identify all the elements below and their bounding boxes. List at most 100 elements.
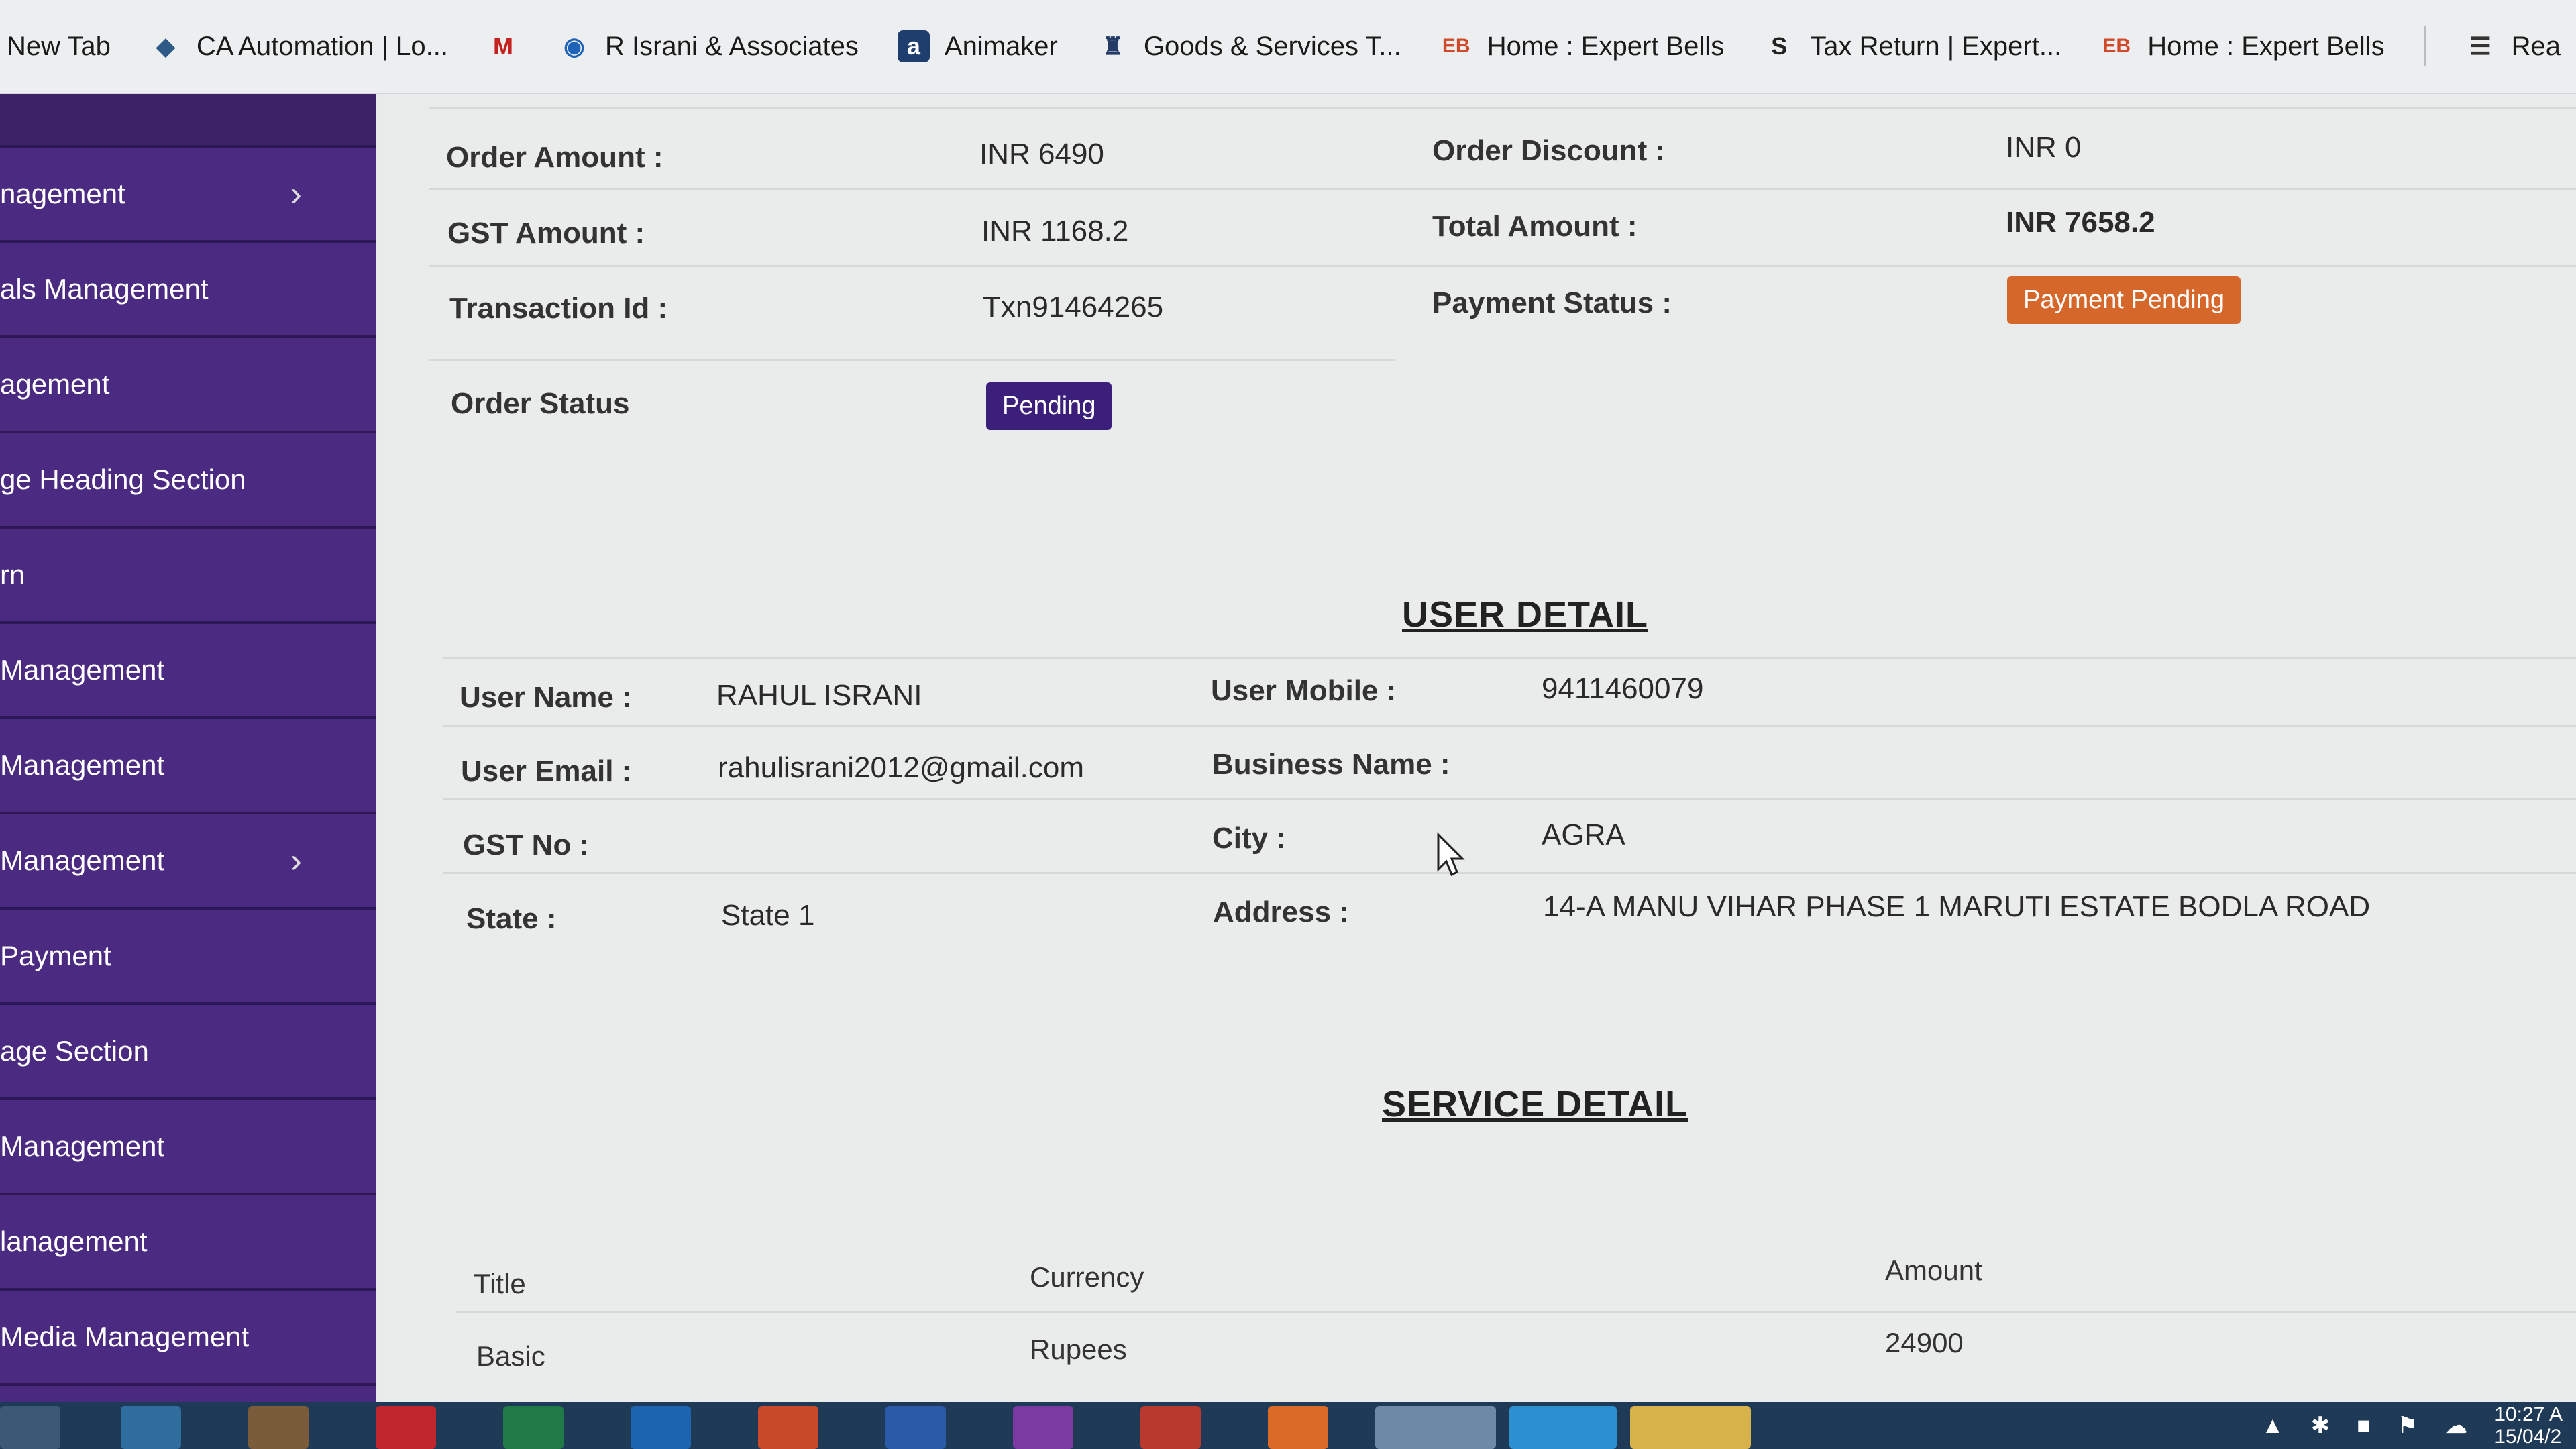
user-name-value: RAHUL ISRANI — [716, 679, 922, 712]
sidebar-item[interactable]: lanagement — [0, 1195, 376, 1291]
order-divider — [429, 265, 2576, 267]
sidebar-item-label: Media Management — [0, 1321, 250, 1352]
firefox-icon[interactable] — [1268, 1406, 1328, 1449]
address-value: 14-A MANU VIHAR PHASE 1 MARUTI ESTATE BO… — [1543, 890, 2371, 923]
sidebar-item-label: Management — [0, 1130, 165, 1162]
total-amount-label: Total Amount : — [1432, 210, 1638, 243]
user-email-value: rahulisrani2012@gmail.com — [718, 751, 1085, 784]
sidebar-item[interactable]: Management — [0, 719, 376, 814]
user-detail-title: USER DETAIL — [1402, 594, 1649, 635]
clock-time: 10:27 A — [2494, 1403, 2563, 1426]
sidebar-item[interactable]: Management — [0, 1100, 376, 1195]
order-discount-value: INR 0 — [2006, 131, 2082, 164]
sidebar-item[interactable]: nagement › — [0, 148, 376, 243]
order-divider — [429, 107, 2576, 109]
bookmark-expert-bells-2[interactable]: EB Home : Expert Bells — [2100, 30, 2384, 62]
service-col-title: Title — [474, 1268, 526, 1299]
business-name-label: Business Name : — [1212, 748, 1450, 781]
sidebar-item[interactable]: rn — [0, 529, 376, 624]
payment-status-badge: Payment Pending — [2007, 276, 2241, 324]
gmail-icon: M — [492, 32, 513, 60]
sidebar-item[interactable]: Payment — [0, 910, 376, 1005]
security-icon[interactable]: ■ — [2357, 1413, 2371, 1439]
diamond-icon: ◆ — [156, 32, 175, 60]
bookmark-reading-list[interactable]: ☰ Rea — [2465, 30, 2561, 62]
bookmark-label: Home : Expert Bells — [1487, 31, 1725, 61]
user-mobile-value: 9411460079 — [1542, 672, 1704, 705]
bookmark-label: Rea — [2511, 31, 2561, 61]
bookmark-r-israni[interactable]: ◉ R Israni & Associates — [558, 30, 859, 62]
show-hidden-icons-icon[interactable]: ▲ — [2261, 1413, 2284, 1439]
bookmark-gst[interactable]: ♜ Goods & Services T... — [1097, 30, 1401, 62]
sidebar-item-label: age Section — [0, 1035, 149, 1067]
chevron-right-icon: › — [290, 174, 302, 213]
reading-list-icon: ☰ — [2469, 32, 2491, 60]
sidebar-item-label: lanagement — [0, 1226, 148, 1257]
powerpoint-icon[interactable] — [758, 1406, 818, 1449]
onenote-icon[interactable] — [1013, 1406, 1073, 1449]
order-detail-panel: Order Amount : INR 6490 Order Discount :… — [382, 94, 2576, 1402]
order-divider — [429, 359, 1395, 361]
skype-icon[interactable] — [1509, 1406, 1617, 1449]
sidebar-item[interactable]: agement — [0, 338, 376, 433]
address-label: Address : — [1213, 896, 1349, 928]
sidebar-item[interactable]: als Management — [0, 243, 376, 338]
chrome-icon[interactable] — [1375, 1406, 1496, 1449]
opera-icon[interactable] — [376, 1406, 436, 1449]
bookmark-tax-return[interactable]: S Tax Return | Expert... — [1763, 30, 2061, 62]
order-status-badge: Pending — [986, 382, 1112, 430]
onedrive-cloud-icon[interactable]: ☁ — [2445, 1412, 2467, 1439]
sidebar-item-label: ge Heading Section — [0, 464, 246, 495]
ie-icon[interactable] — [121, 1406, 181, 1449]
sidebar-item[interactable]: ge Heading Section — [0, 433, 376, 529]
eb-icon: EB — [1442, 35, 1470, 57]
bluetooth-icon[interactable]: ✱ — [2311, 1412, 2330, 1439]
bookmark-animaker[interactable]: a Animaker — [897, 30, 1058, 62]
bookmark-label: Animaker — [944, 31, 1058, 61]
animaker-icon: a — [897, 30, 930, 62]
media-player-icon[interactable] — [248, 1406, 309, 1449]
bookmark-label: New Tab — [7, 31, 111, 61]
word-icon[interactable] — [885, 1406, 946, 1449]
order-amount-label: Order Amount : — [446, 141, 663, 174]
sidebar-item-label: Management — [0, 845, 165, 876]
clock-date: 15/04/2 — [2494, 1426, 2562, 1448]
sidebar-item[interactable]: age Section — [0, 1005, 376, 1100]
bookmark-ca-automation[interactable]: ◆ CA Automation | Lo... — [150, 30, 448, 62]
city-value: AGRA — [1542, 818, 1625, 851]
sidebar-item-label: Management — [0, 654, 165, 686]
sidebar-item[interactable]: Management — [0, 624, 376, 719]
sidebar-item[interactable]: Media Management — [0, 1291, 376, 1386]
bookmark-new-tab[interactable]: New Tab — [7, 32, 111, 62]
order-amount-value: INR 6490 — [979, 138, 1104, 170]
bookmarks-divider — [2423, 26, 2426, 66]
bookmarks-bar: New Tab ◆ CA Automation | Lo... M ◉ R Is… — [0, 0, 2576, 94]
sidebar-top-item[interactable] — [0, 94, 376, 148]
clock[interactable]: 10:27 A 15/04/2 — [2494, 1403, 2563, 1448]
service-amount-cell: 24900 — [1885, 1327, 1964, 1358]
user-mobile-label: User Mobile : — [1211, 674, 1397, 707]
outlook-icon[interactable] — [631, 1406, 691, 1449]
excel-icon[interactable] — [503, 1406, 564, 1449]
start-button[interactable] — [0, 1406, 60, 1449]
user-name-label: User Name : — [460, 681, 632, 714]
transaction-id-value: Txn91464265 — [983, 290, 1164, 323]
bookmark-expert-bells-1[interactable]: EB Home : Expert Bells — [1440, 30, 1724, 62]
sidebar-item-label: nagement — [0, 178, 125, 209]
file-explorer-icon[interactable] — [1630, 1406, 1751, 1449]
sidebar-item-label: Management — [0, 749, 165, 781]
sidebar: nagement › als Management agement ge Hea… — [0, 94, 376, 1402]
s-icon: S — [1771, 32, 1788, 60]
sidebar-item-label: als Management — [0, 273, 209, 305]
chevron-right-icon: › — [290, 841, 302, 880]
sidebar-item-label: rn — [0, 559, 25, 590]
state-label: State : — [466, 902, 557, 935]
sidebar-item[interactable]: Management › — [0, 814, 376, 910]
gst-no-label: GST No : — [463, 828, 590, 861]
bookmark-label: CA Automation | Lo... — [196, 31, 448, 61]
app-icon[interactable] — [1140, 1406, 1201, 1449]
action-center-flag-icon[interactable]: ⚑ — [2398, 1412, 2418, 1439]
circle-icon: ◉ — [564, 32, 585, 60]
state-value: State 1 — [721, 899, 815, 932]
bookmark-gmail[interactable]: M — [487, 30, 519, 62]
